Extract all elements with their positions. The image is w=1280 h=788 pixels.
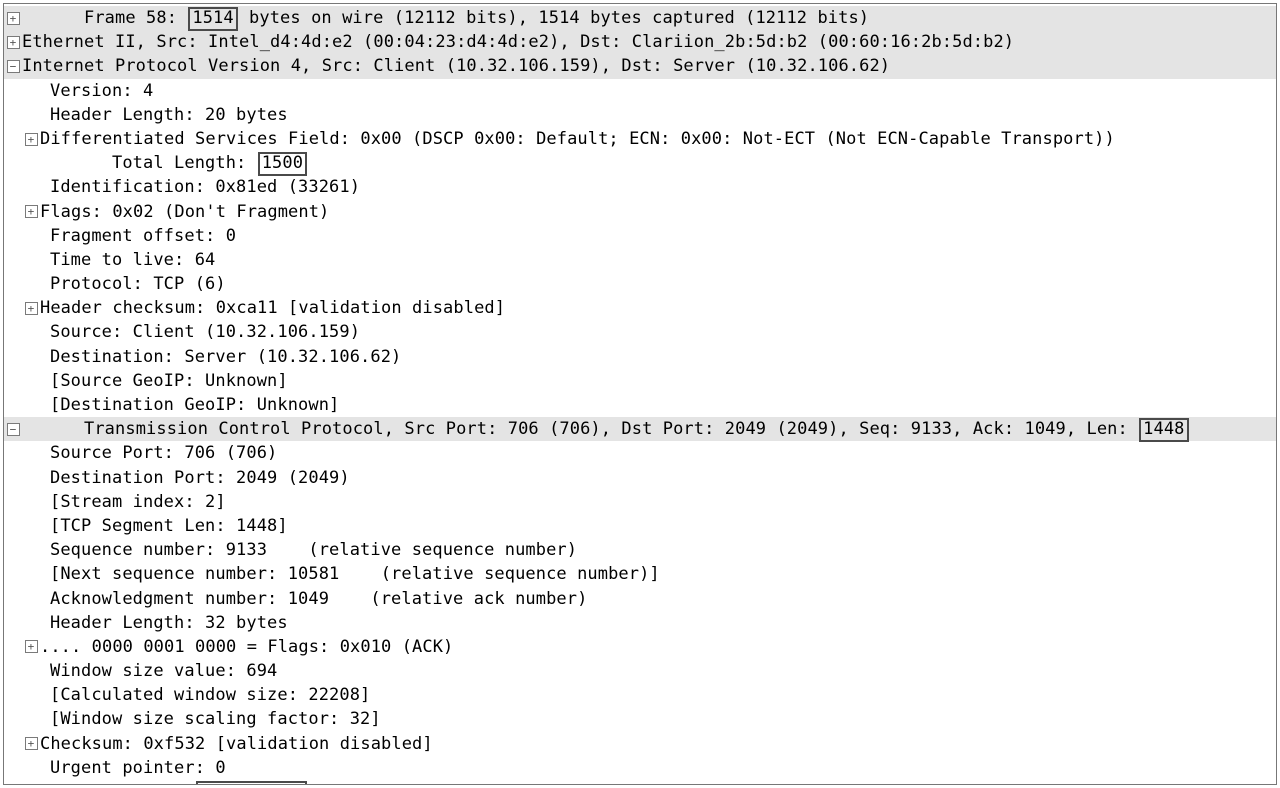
ip-identification-row[interactable]: Identification: 0x81ed (33261) [4,175,1276,199]
ip-destination-row[interactable]: Destination: Server (10.32.106.62) [4,345,1276,369]
expand-icon[interactable]: + [22,205,40,218]
tcp-header-row[interactable]: − Transmission Control Protocol, Src Por… [4,417,1276,441]
ip-total-length-label: Total Length: [112,153,257,173]
tcp-seglen-row[interactable]: [TCP Segment Len: 1448] [4,514,1276,538]
expand-icon[interactable]: + [22,133,40,146]
tcp-flags: .... 0000 0001 0000 = Flags: 0x010 (ACK) [40,635,453,659]
ip-source: Source: Client (10.32.106.159) [50,320,360,344]
packet-details-pane[interactable]: + Frame 58: 1514 bytes on wire (12112 bi… [3,3,1277,785]
tcp-scale: [Window size scaling factor: 32] [50,707,381,731]
tcp-ack: Acknowledgment number: 1049 (relative ac… [50,587,587,611]
expand-icon[interactable]: + [22,302,40,315]
ip-summary: Internet Protocol Version 4, Src: Client… [22,54,890,78]
tcp-hlen: Header Length: 32 bytes [50,611,288,635]
tcp-seq: Sequence number: 9133 (relative sequence… [50,538,577,562]
ip-ttl-row[interactable]: Time to live: 64 [4,248,1276,272]
tcp-len-callout: 1448 [1139,418,1188,442]
tcp-options-row[interactable]: + Options: (12 bytes), No-Operation (NOP… [4,780,1276,785]
ip-protocol: Protocol: TCP (6) [50,272,226,296]
tcp-win: Window size value: 694 [50,659,277,683]
tcp-dstport-row[interactable]: Destination Port: 2049 (2049) [4,466,1276,490]
tcp-checksum: Checksum: 0xf532 [validation disabled] [40,732,433,756]
ip-fragoffset-row[interactable]: Fragment offset: 0 [4,224,1276,248]
ip-source-row[interactable]: Source: Client (10.32.106.159) [4,320,1276,344]
frame-suffix: bytes on wire (12112 bits), 1514 bytes c… [239,8,869,28]
tcp-scale-row[interactable]: [Window size scaling factor: 32] [4,707,1276,731]
collapse-icon[interactable]: − [4,423,22,436]
tcp-checksum-row[interactable]: + Checksum: 0xf532 [validation disabled] [4,732,1276,756]
tcp-seglen: [TCP Segment Len: 1448] [50,514,288,538]
ip-checksum: Header checksum: 0xca11 [validation disa… [40,296,505,320]
ip-ttl: Time to live: 64 [50,248,215,272]
ip-hlen-row[interactable]: Header Length: 20 bytes [4,103,1276,127]
frame-header-row[interactable]: + Frame 58: 1514 bytes on wire (12112 bi… [4,6,1276,30]
ip-checksum-row[interactable]: + Header checksum: 0xca11 [validation di… [4,296,1276,320]
ethernet-header-row[interactable]: + Ethernet II, Src: Intel_d4:4d:e2 (00:0… [4,30,1276,54]
tcp-summary-prefix: Transmission Control Protocol, Src Port:… [84,419,1138,439]
expand-icon[interactable]: + [22,640,40,653]
ip-header-row[interactable]: − Internet Protocol Version 4, Src: Clie… [4,54,1276,78]
tcp-calcwin-row[interactable]: [Calculated window size: 22208] [4,683,1276,707]
expand-icon[interactable]: + [22,737,40,750]
tcp-hlen-row[interactable]: Header Length: 32 bytes [4,611,1276,635]
ip-version-row[interactable]: Version: 4 [4,79,1276,103]
frame-prefix: Frame 58: [84,8,187,28]
frame-bytes-callout: 1514 [188,7,237,31]
ethernet-summary: Ethernet II, Src: Intel_d4:4d:e2 (00:04:… [22,30,1014,54]
expand-icon[interactable]: + [4,36,22,49]
tcp-dstport: Destination Port: 2049 (2049) [50,466,350,490]
ip-fragoffset: Fragment offset: 0 [50,224,236,248]
tcp-ack-row[interactable]: Acknowledgment number: 1049 (relative ac… [4,587,1276,611]
tcp-srcport: Source Port: 706 (706) [50,441,277,465]
ip-destination: Destination: Server (10.32.106.62) [50,345,401,369]
ip-flags-row[interactable]: + Flags: 0x02 (Don't Fragment) [4,200,1276,224]
tcp-stream: [Stream index: 2] [50,490,226,514]
tcp-seq-row[interactable]: Sequence number: 9133 (relative sequence… [4,538,1276,562]
tcp-flags-row[interactable]: + .... 0000 0001 0000 = Flags: 0x010 (AC… [4,635,1276,659]
tcp-options-bytes-callout: (12 bytes) [196,781,307,785]
tcp-options-suffix: , No-Operation (NOP), No-Operation (NOP)… [308,782,845,785]
ip-protocol-row[interactable]: Protocol: TCP (6) [4,272,1276,296]
tcp-stream-row[interactable]: [Stream index: 2] [4,490,1276,514]
tcp-nextseq: [Next sequence number: 10581 (relative s… [50,562,660,586]
ip-srcgeoip-row[interactable]: [Source GeoIP: Unknown] [4,369,1276,393]
tcp-nextseq-row[interactable]: [Next sequence number: 10581 (relative s… [4,562,1276,586]
expand-icon[interactable]: + [4,12,22,25]
ip-srcgeoip: [Source GeoIP: Unknown] [50,369,288,393]
tcp-calcwin: [Calculated window size: 22208] [50,683,370,707]
tcp-options-label: Options: [102,782,195,785]
ip-version: Version: 4 [50,79,153,103]
ip-total-length-row[interactable]: Total Length: 1500 [4,151,1276,175]
collapse-icon[interactable]: − [4,60,22,73]
tcp-win-row[interactable]: Window size value: 694 [4,659,1276,683]
ip-flags: Flags: 0x02 (Don't Fragment) [40,200,329,224]
ip-hlen: Header Length: 20 bytes [50,103,288,127]
ip-total-length-callout: 1500 [258,152,307,176]
ip-identification: Identification: 0x81ed (33261) [50,175,360,199]
